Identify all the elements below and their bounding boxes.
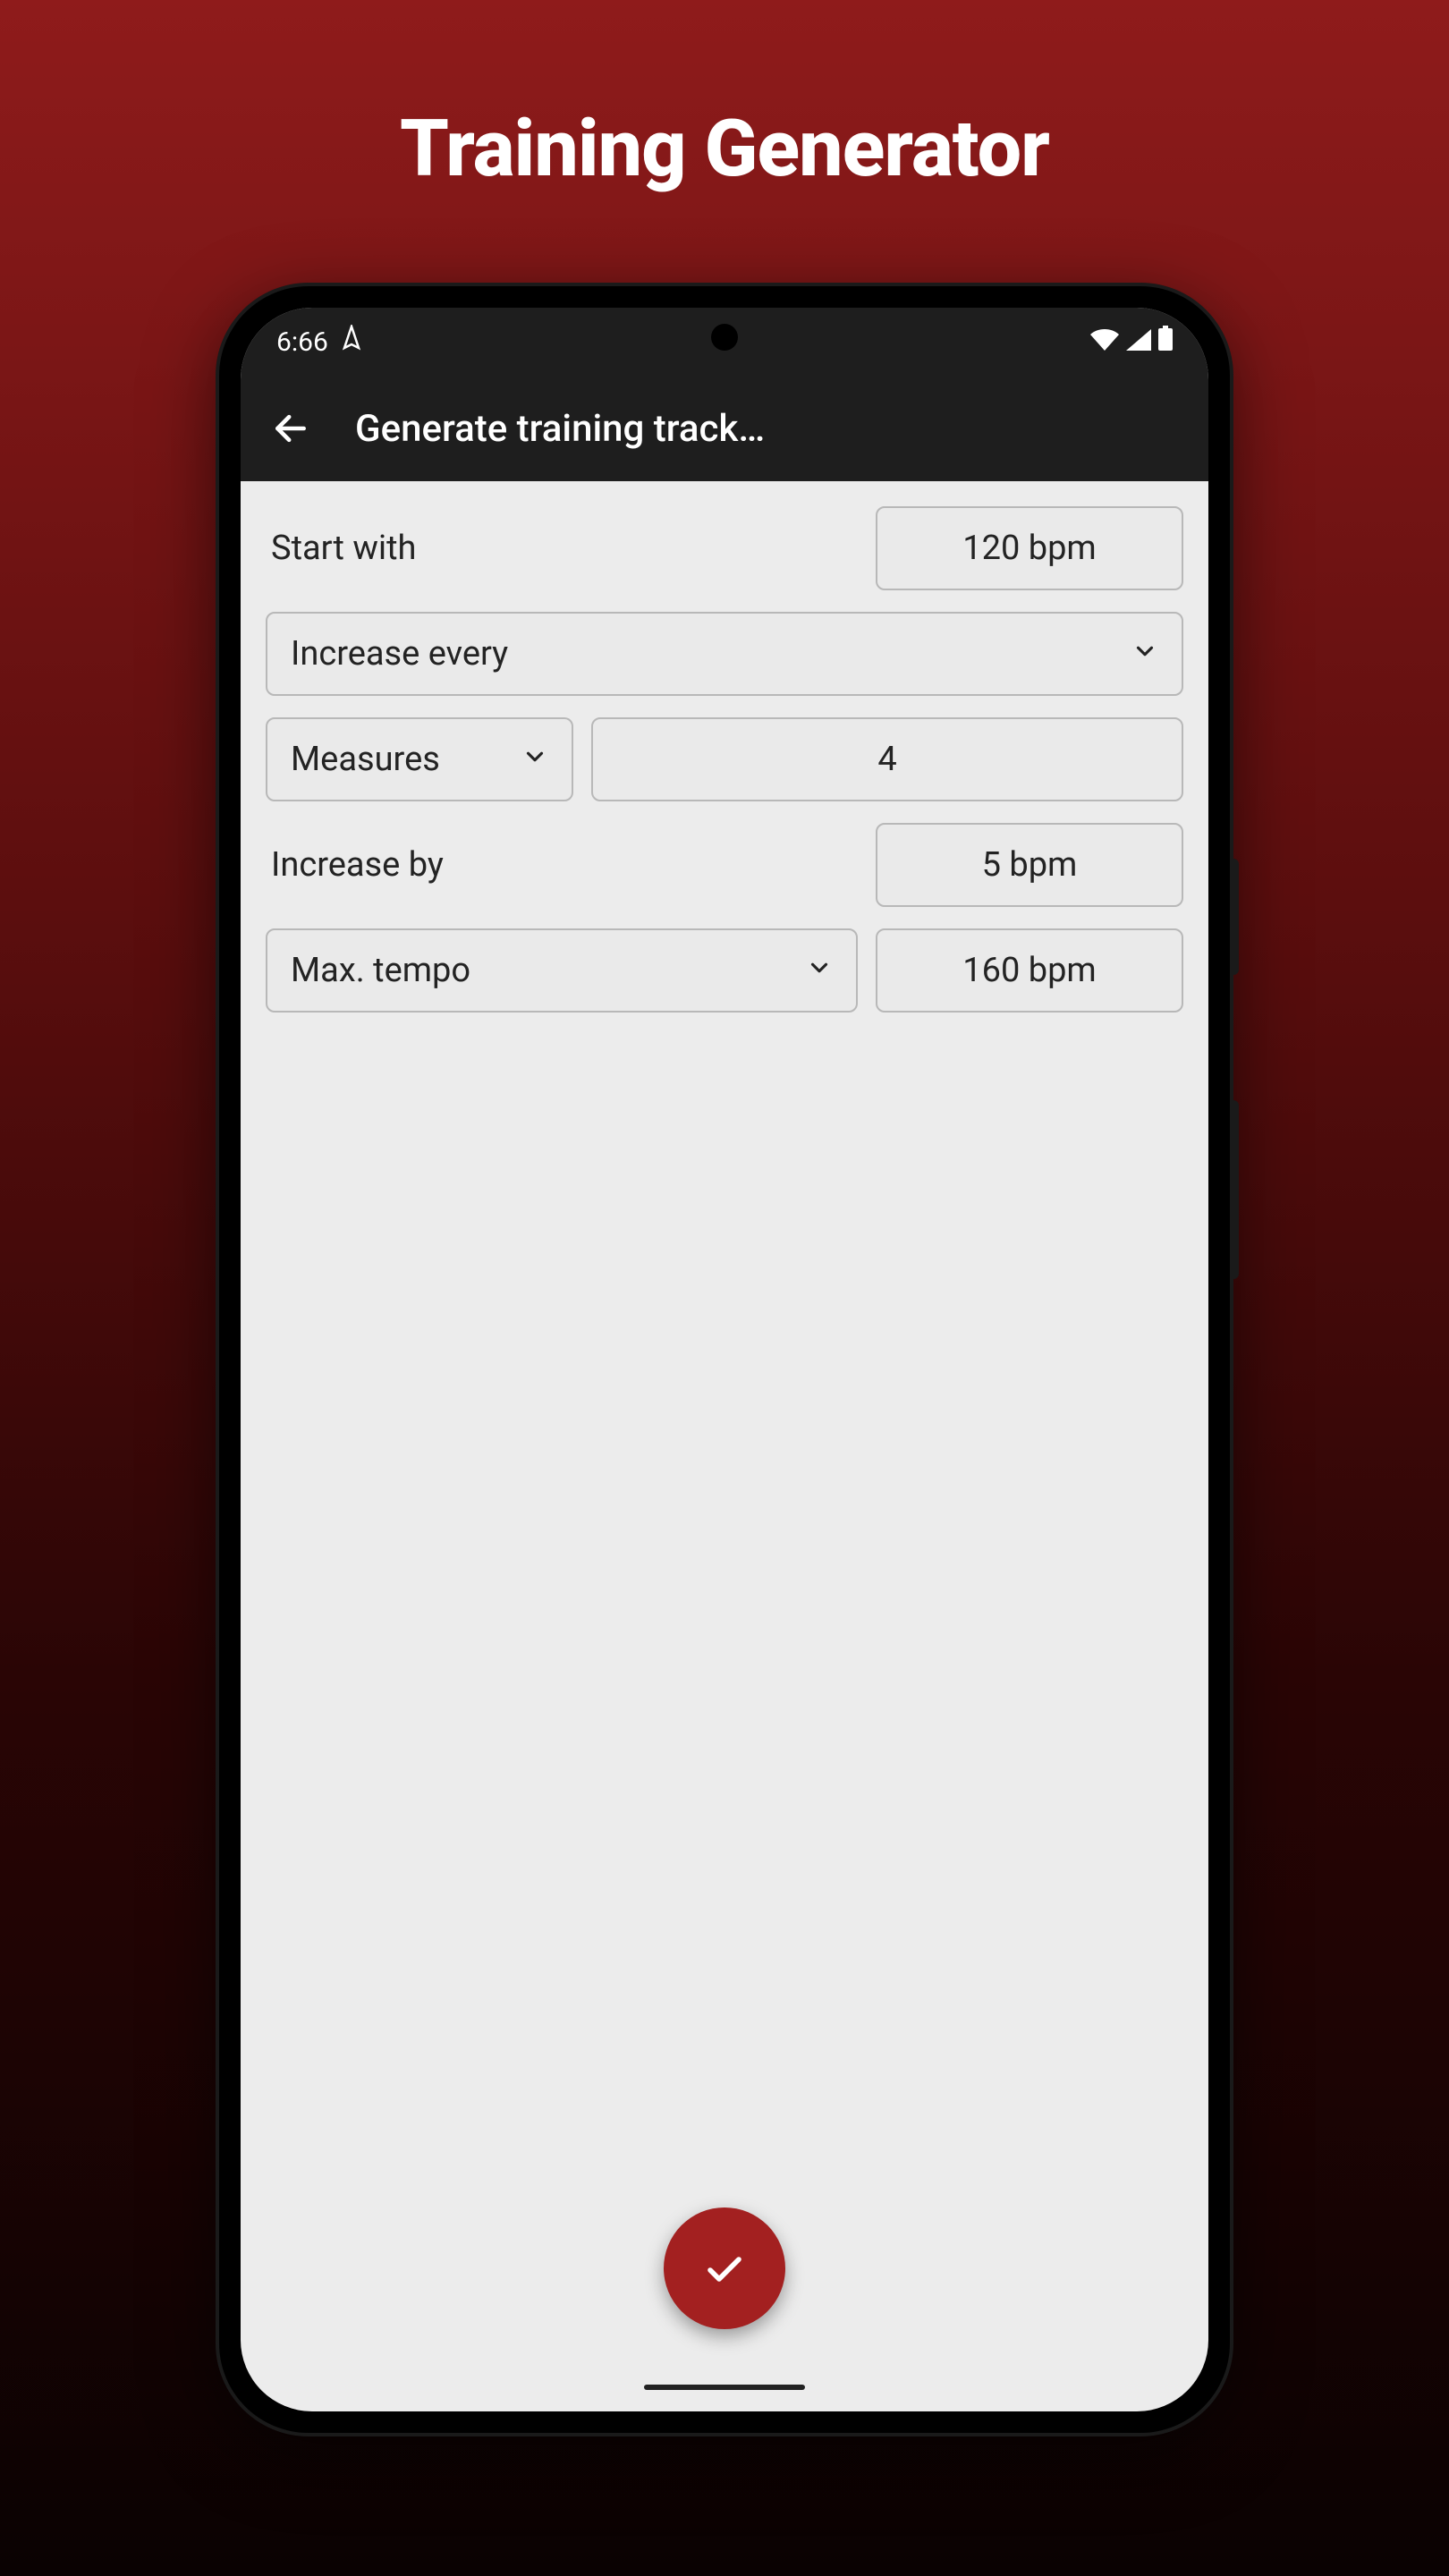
unit-label: Measures: [291, 740, 440, 779]
phone-side-button: [1230, 1100, 1239, 1279]
increase-every-dropdown[interactable]: Increase every: [266, 612, 1183, 696]
phone-frame: 6:66: [219, 286, 1230, 2433]
confirm-fab[interactable]: [664, 2207, 785, 2329]
max-tempo-dropdown[interactable]: Max. tempo: [266, 928, 858, 1013]
phone-side-button: [1230, 859, 1239, 975]
form-content: Start with 120 bpm Increase every Measur…: [241, 481, 1208, 1059]
signal-icon: [1126, 326, 1151, 358]
unit-dropdown[interactable]: Measures: [266, 717, 573, 801]
promo-title: Training Generator: [0, 0, 1449, 195]
start-with-input[interactable]: 120 bpm: [876, 506, 1183, 590]
page-title: Generate training track…: [355, 407, 765, 451]
back-button[interactable]: [269, 407, 312, 450]
chevron-down-icon: [806, 951, 833, 990]
status-time: 6:66: [276, 326, 328, 358]
camera-notch: [711, 324, 738, 351]
max-tempo-label: Max. tempo: [291, 951, 470, 990]
chevron-down-icon: [521, 740, 548, 779]
increase-by-label: Increase by: [266, 845, 858, 885]
battery-icon: [1158, 326, 1173, 358]
increase-every-label: Increase every: [291, 634, 508, 674]
nav-indicator[interactable]: [644, 2385, 805, 2390]
max-tempo-input[interactable]: 160 bpm: [876, 928, 1183, 1013]
check-icon: [703, 2247, 746, 2290]
increase-by-input[interactable]: 5 bpm: [876, 823, 1183, 907]
start-with-label: Start with: [266, 529, 858, 568]
wifi-icon: [1090, 326, 1119, 358]
chevron-down-icon: [1131, 634, 1158, 674]
unit-value-input[interactable]: 4: [591, 717, 1183, 801]
arrow-left-icon: [271, 409, 310, 448]
status-icon: [341, 325, 362, 359]
app-bar: Generate training track…: [241, 376, 1208, 481]
phone-screen: 6:66: [241, 308, 1208, 2411]
